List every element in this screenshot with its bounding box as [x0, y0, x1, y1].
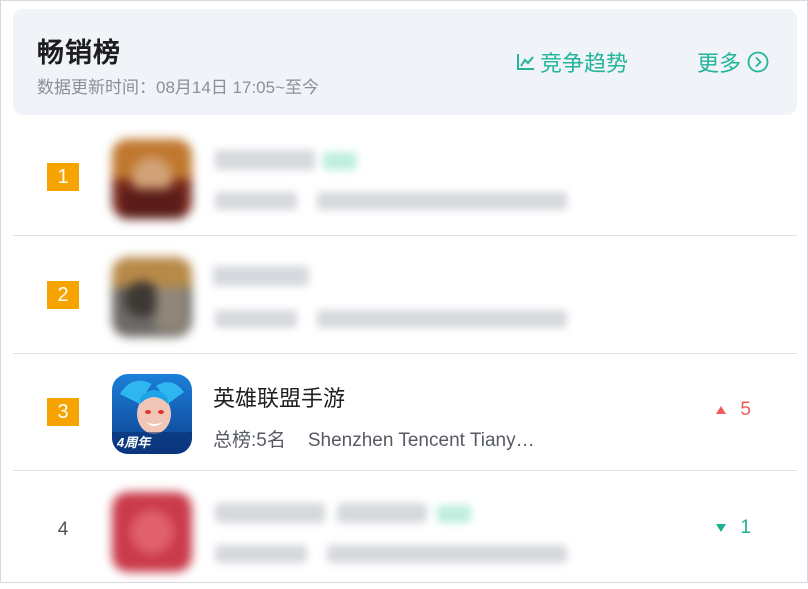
- chevron-right-circle-icon: [747, 51, 769, 73]
- trend-label: 竞争趋势: [540, 51, 629, 76]
- rank-badge: 2: [47, 281, 79, 309]
- more-button[interactable]: 更多: [697, 47, 769, 77]
- rank-change-up: 5: [716, 399, 751, 421]
- game-warrior-icon: [112, 257, 192, 337]
- list-item[interactable]: 3 4周年 英雄联盟手游 总榜:5名 Shenzhen Tencent Tian…: [13, 353, 797, 471]
- update-time-text: 数据更新时间：08月14日 17:05~至今: [37, 78, 320, 97]
- developer-name: Shenzhen Tencent Tiany…: [307, 430, 535, 451]
- panel-header: 畅销榜 数据更新时间：08月14日 17:05~至今 竞争趋势 更多: [13, 9, 797, 115]
- more-label: 更多: [697, 51, 742, 76]
- rank-change-value: 1: [740, 517, 751, 538]
- rank-number: 4: [57, 519, 69, 540]
- overall-rank: 总榜:5名: [213, 430, 286, 451]
- game-hero-icon: [112, 139, 192, 219]
- caret-down-icon: [716, 524, 727, 532]
- list-item[interactable]: 2: [13, 236, 797, 354]
- league-of-legends-mobile-icon: 4周年: [112, 374, 192, 454]
- bestseller-panel: 畅销榜 数据更新时间：08月14日 17:05~至今 竞争趋势 更多 1 2 3…: [0, 0, 808, 583]
- list-item[interactable]: 1: [13, 118, 797, 236]
- caret-up-icon: [716, 406, 727, 414]
- list-item[interactable]: 4 1: [13, 471, 797, 589]
- rank-change-down: 1: [716, 517, 751, 539]
- rank-change-value: 5: [740, 399, 751, 420]
- app-name: 英雄联盟手游: [213, 386, 346, 411]
- line-chart-icon: [517, 54, 534, 70]
- rank-badge: 1: [47, 163, 79, 191]
- competition-trend-button[interactable]: 竞争趋势: [516, 47, 628, 77]
- app-meta: 总榜:5名 Shenzhen Tencent Tiany…: [213, 425, 535, 452]
- red-game-icon: [112, 492, 192, 572]
- page-title: 畅销榜: [37, 38, 121, 68]
- anniversary-badge: 4周年: [117, 435, 151, 450]
- rank-badge: 3: [47, 398, 79, 426]
